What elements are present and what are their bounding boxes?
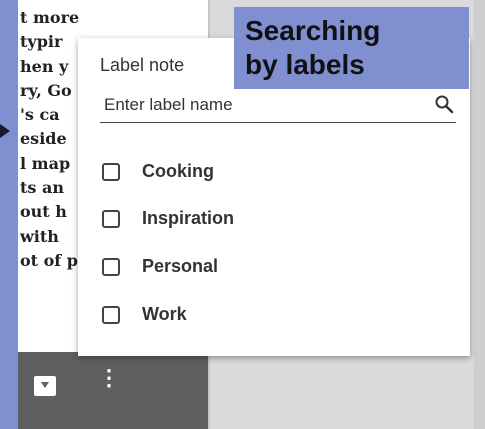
label-checkbox[interactable] [102,258,120,276]
label-name: Work [142,304,187,324]
pointer-arrow-icon [0,124,10,138]
caption-line: by labels [245,49,365,80]
label-search-row [100,90,456,123]
note-text-line: t more [20,8,80,27]
popup-title: Label note [100,55,185,75]
caption-line: Searching [245,15,381,46]
archive-icon[interactable] [34,376,56,396]
label-checkbox[interactable] [102,163,120,181]
search-icon[interactable] [434,94,454,114]
label-checkbox[interactable] [102,306,120,324]
more-vert-icon[interactable]: ⋮ [98,367,120,398]
label-checkbox[interactable] [102,210,120,228]
label-name: Personal [142,256,219,276]
label-name: Inspiration [142,208,235,228]
label-item-inspiration[interactable]: Inspiration [102,205,442,235]
caption-banner: Searching by labels [234,7,469,89]
caption-text: Searching by labels [245,14,465,82]
label-item-personal[interactable]: Personal [102,253,442,283]
note-toolbar: ⋮ [18,352,208,429]
label-item-cooking[interactable]: Cooking [102,158,442,188]
right-edge-strip [474,0,485,429]
label-name: Cooking [142,161,214,181]
label-item-work[interactable]: Work [102,301,442,331]
label-search-input[interactable] [100,92,424,118]
